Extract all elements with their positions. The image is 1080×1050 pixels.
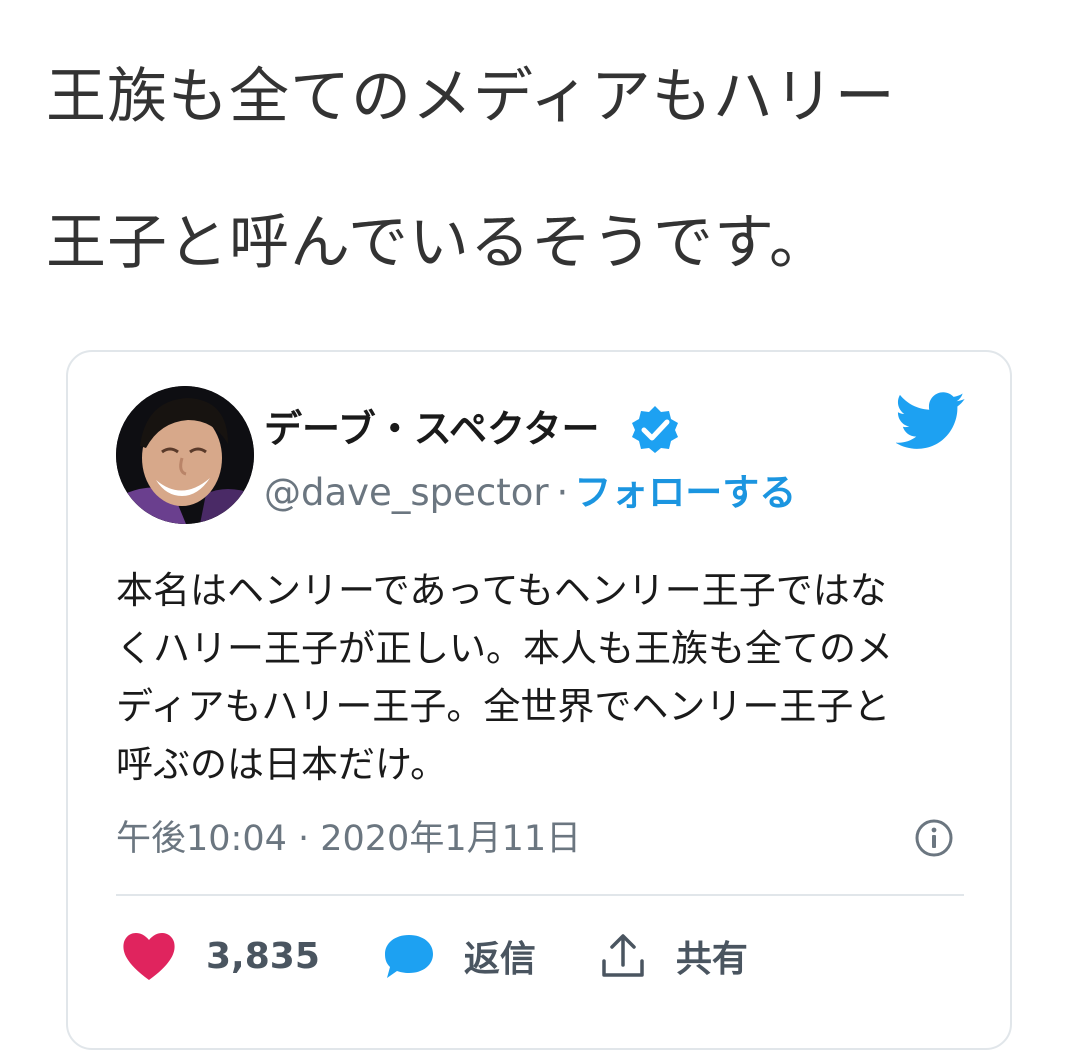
tweet-text: 本名はヘンリーであってもヘンリー王子ではな くハリー王子が正しい。本人も王族も全… bbox=[116, 569, 893, 786]
avatar-photo bbox=[116, 386, 254, 524]
reply-bubble-icon bbox=[384, 935, 433, 978]
verified-badge-icon bbox=[632, 406, 678, 453]
heart-icon bbox=[123, 933, 175, 980]
divider bbox=[116, 894, 964, 896]
author-handle[interactable]: @dave_spector bbox=[264, 471, 549, 514]
like-button[interactable]: 3,835 bbox=[120, 930, 320, 982]
follow-link[interactable]: フォローする bbox=[574, 471, 796, 514]
headline-text: 王族も全てのメディアもハリー 王子と呼んでいるそうです。 bbox=[46, 62, 896, 278]
reply-button[interactable]: 返信 bbox=[382, 930, 536, 982]
share-upload-icon bbox=[602, 934, 644, 977]
tweet-actions: 3,835 返信 共有 bbox=[120, 926, 810, 986]
separator-dot: · bbox=[556, 471, 569, 514]
share-button[interactable]: 共有 bbox=[598, 930, 748, 982]
author-name[interactable]: デーブ・スペクター bbox=[264, 398, 600, 453]
avatar[interactable] bbox=[116, 386, 254, 524]
like-count: 3,835 bbox=[206, 935, 320, 977]
tweet-timestamp[interactable]: 午後10:04 · 2020年1月11日 bbox=[116, 810, 581, 861]
info-icon[interactable] bbox=[914, 818, 954, 858]
reply-label: 返信 bbox=[463, 939, 536, 980]
share-label: 共有 bbox=[675, 939, 748, 980]
embedded-tweet-card[interactable]: デーブ・スペクター @dave_spector · フォローする 本名はヘンリーであ… bbox=[66, 350, 1012, 1050]
twitter-bird-icon[interactable] bbox=[896, 392, 966, 450]
author-meta: @dave_spector · フォローする bbox=[264, 462, 796, 516]
